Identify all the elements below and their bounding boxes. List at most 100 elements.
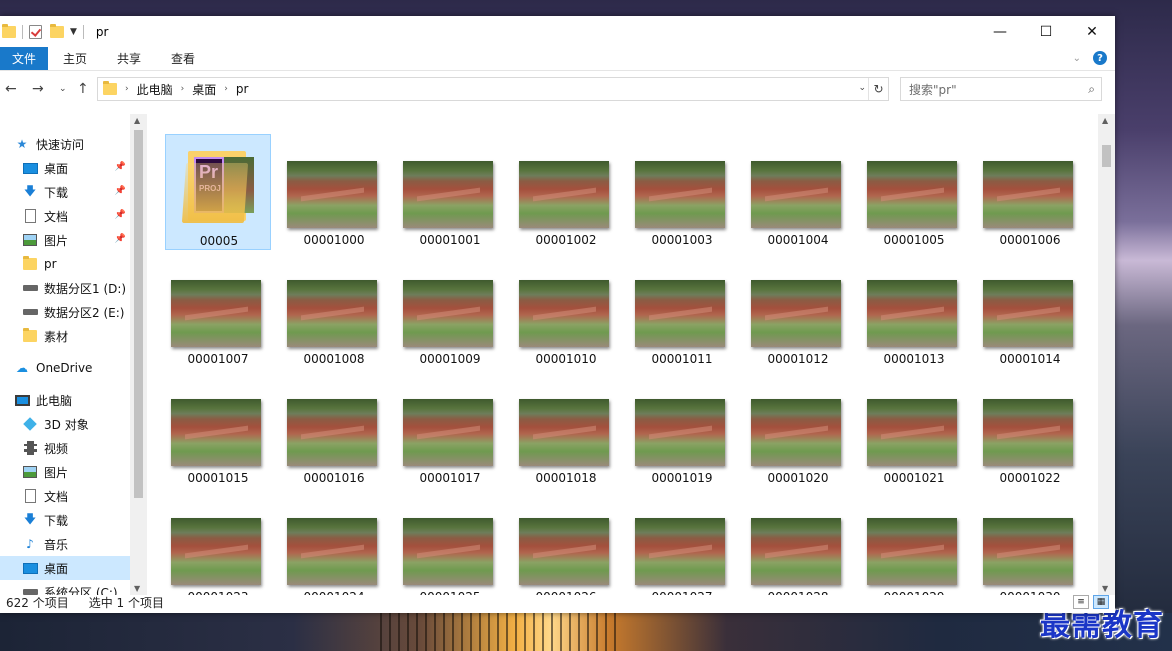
sidebar-item[interactable]: 3D 对象 [0, 412, 130, 436]
sidebar-scrollbar[interactable]: ▲ ▼ [130, 114, 147, 595]
image-file[interactable]: 00001002 [513, 134, 619, 250]
folder-icon [22, 328, 38, 343]
image-file[interactable]: 00001013 [861, 253, 967, 369]
help-icon[interactable]: ? [1093, 51, 1107, 65]
file-name: 00001019 [651, 471, 713, 485]
image-file[interactable]: 00001029 [861, 491, 967, 595]
pin-icon: 📌 [114, 234, 126, 244]
details-view-icon[interactable]: ≡ [1073, 595, 1089, 609]
breadcrumb-item[interactable]: pr [236, 82, 249, 96]
new-folder-icon[interactable] [50, 23, 64, 38]
image-file[interactable]: 00001011 [629, 253, 735, 369]
sidebar-item[interactable]: 视频 [0, 436, 130, 460]
image-file[interactable]: 00001014 [977, 253, 1083, 369]
tab-file[interactable]: 文件 [0, 47, 49, 70]
recent-locations-icon[interactable]: ⌄ [59, 84, 67, 94]
scroll-up-icon[interactable]: ▲ [1102, 116, 1108, 125]
sidebar-item[interactable]: ★ 快速访问 [0, 132, 130, 156]
tab-home[interactable]: 主页 [48, 47, 102, 70]
forward-arrow-icon[interactable]: → [32, 81, 44, 97]
close-button[interactable]: ✕ [1069, 16, 1115, 47]
tab-share[interactable]: 共享 [102, 47, 156, 70]
premiere-project-file[interactable]: PrPROJ 00005 [165, 134, 271, 250]
content-scrollbar[interactable]: ▲ ▼ [1098, 114, 1115, 595]
image-file[interactable]: 00001028 [745, 491, 851, 595]
breadcrumb-separator-icon[interactable]: › [224, 84, 228, 94]
sidebar-item[interactable]: 数据分区2 (E:) [0, 300, 130, 324]
image-file[interactable]: 00001006 [977, 134, 1083, 250]
image-file[interactable]: 00001027 [629, 491, 735, 595]
image-file[interactable]: 00001025 [397, 491, 503, 595]
file-name: 00001007 [187, 352, 249, 366]
file-grid: PrPROJ 00005 00001000 00001001 00001002 00001… [147, 114, 1098, 595]
content-scroll-thumb[interactable] [1102, 145, 1111, 167]
back-arrow-icon[interactable]: ← [5, 81, 17, 97]
breadcrumb-separator-icon[interactable]: › [181, 84, 185, 94]
image-thumbnail [403, 161, 493, 228]
image-file[interactable]: 00001022 [977, 372, 1083, 488]
sidebar-item[interactable]: ☁ OneDrive [0, 356, 130, 380]
image-file[interactable]: 00001012 [745, 253, 851, 369]
image-file[interactable]: 00001024 [281, 491, 387, 595]
image-file[interactable]: 00001003 [629, 134, 735, 250]
pin-icon: 📌 [114, 186, 126, 196]
search-input[interactable]: 搜索"pr" ⌕ [900, 77, 1102, 101]
sidebar-item[interactable]: 桌面 📌 [0, 156, 130, 180]
item-count: 622 个项目 [6, 596, 69, 610]
image-file[interactable]: 00001026 [513, 491, 619, 595]
image-file[interactable]: 00001005 [861, 134, 967, 250]
sidebar-scroll-thumb[interactable] [134, 130, 143, 498]
file-name: 00001010 [535, 352, 597, 366]
sidebar-item[interactable]: pr [0, 252, 130, 276]
sidebar-item[interactable]: 图片 📌 [0, 228, 130, 252]
image-file[interactable]: 00001021 [861, 372, 967, 488]
image-file[interactable]: 00001001 [397, 134, 503, 250]
image-file[interactable]: 00001015 [165, 372, 271, 488]
image-file[interactable]: 00001010 [513, 253, 619, 369]
sidebar-item[interactable]: 图片 [0, 460, 130, 484]
sidebar-item[interactable]: 文档 📌 [0, 204, 130, 228]
quick-access-toolbar: ▼ [0, 16, 90, 47]
up-arrow-icon[interactable]: ↑ [77, 81, 89, 97]
sidebar-item[interactable]: 数据分区1 (D:) [0, 276, 130, 300]
breadcrumb-item[interactable]: 桌面 [192, 81, 216, 98]
address-bar[interactable]: › 此电脑 › 桌面 › pr ⌄ ↻ [97, 77, 889, 101]
image-file[interactable]: 00001000 [281, 134, 387, 250]
sidebar-item[interactable]: 此电脑 [0, 388, 130, 412]
file-name: 00001021 [883, 471, 945, 485]
properties-icon[interactable] [29, 24, 42, 39]
minimize-button[interactable]: — [977, 16, 1023, 47]
image-file[interactable]: 00001023 [165, 491, 271, 595]
expand-ribbon-icon[interactable]: ⌄ [1073, 53, 1081, 64]
address-history-dropdown[interactable]: ⌄ [858, 83, 866, 93]
sidebar-item[interactable]: 桌面 [0, 556, 130, 580]
image-file[interactable]: 00001007 [165, 253, 271, 369]
image-file[interactable]: 00001004 [745, 134, 851, 250]
image-file[interactable]: 00001030 [977, 491, 1083, 595]
breadcrumb-separator-icon[interactable]: › [125, 84, 129, 94]
sidebar-item[interactable]: 文档 [0, 484, 130, 508]
maximize-button[interactable]: ☐ [1023, 16, 1069, 47]
scroll-up-icon[interactable]: ▲ [134, 116, 140, 125]
customize-toolbar-dropdown[interactable]: ▼ [70, 27, 77, 37]
tab-view[interactable]: 查看 [156, 47, 210, 70]
image-thumbnail [867, 399, 957, 466]
image-file[interactable]: 00001018 [513, 372, 619, 488]
file-name: 00001002 [535, 233, 597, 247]
image-file[interactable]: 00001020 [745, 372, 851, 488]
sidebar-item[interactable]: 素材 [0, 324, 130, 348]
image-file[interactable]: 00001019 [629, 372, 735, 488]
image-file[interactable]: 00001009 [397, 253, 503, 369]
sidebar-item[interactable]: ♪ 音乐 [0, 532, 130, 556]
sidebar-item[interactable]: 🡇 下载 [0, 508, 130, 532]
large-icons-view-icon[interactable]: ▦ [1093, 595, 1109, 609]
sidebar-item-label: 下载 [44, 185, 69, 200]
image-file[interactable]: 00001008 [281, 253, 387, 369]
image-thumbnail [287, 399, 377, 466]
refresh-icon[interactable]: ↻ [868, 78, 888, 100]
image-file[interactable]: 00001016 [281, 372, 387, 488]
breadcrumb-item[interactable]: 此电脑 [137, 81, 173, 98]
image-thumbnail [751, 161, 841, 228]
image-file[interactable]: 00001017 [397, 372, 503, 488]
sidebar-item[interactable]: 🡇 下载 📌 [0, 180, 130, 204]
